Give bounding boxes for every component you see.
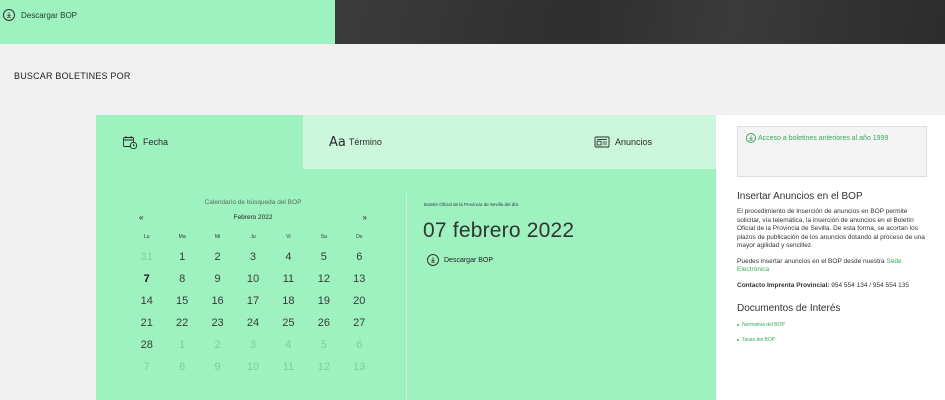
calendar-caption: Calendario de búsqueda del BOP	[204, 199, 302, 206]
calendar-day[interactable]: 16	[200, 290, 235, 312]
download-icon	[746, 133, 756, 143]
calendar-weekdays: Lu Ma Mi Ju Vi Sa Do	[129, 234, 377, 240]
contact-label: Contacto Imprenta Provincial:	[737, 281, 830, 289]
bulletin-date: 07 febrero 2022	[423, 219, 575, 242]
calendar-day[interactable]: 8	[164, 268, 199, 290]
calendar-day[interactable]: 2	[200, 334, 235, 356]
panel-divider	[406, 193, 407, 400]
calendar-day[interactable]: 1	[164, 246, 199, 268]
calendar-day[interactable]: 5	[306, 334, 341, 356]
calendar-day[interactable]: 17	[235, 290, 270, 312]
newspaper-icon	[594, 136, 610, 148]
top-banner-image	[335, 0, 945, 44]
calendar-day[interactable]: 5	[306, 246, 341, 268]
calendar-day[interactable]: 6	[342, 246, 377, 268]
calendar-weekday: Do	[356, 234, 363, 240]
tab-termino[interactable]: Aa Término	[303, 115, 510, 169]
calendar-day[interactable]: 12	[306, 356, 341, 378]
archive-link-label: Acceso a boletines anteriores al año 199…	[758, 134, 889, 142]
calendar-day[interactable]: 3	[235, 246, 270, 268]
sidebar: Acceso a boletines anteriores al año 199…	[716, 115, 945, 400]
calendar-day[interactable]: 25	[271, 312, 306, 334]
bulletin-subtitle: Boletín Oficial de la Provincia de Sevil…	[424, 202, 519, 207]
contact-info: Contacto Imprenta Provincial: 954 554 13…	[737, 282, 927, 291]
calendar-day[interactable]: 4	[271, 246, 306, 268]
calendar-day[interactable]: 6	[342, 334, 377, 356]
bullet-icon	[737, 324, 739, 326]
calendar-day[interactable]: 14	[129, 290, 164, 312]
contact-value: 954 554 134 / 954 554 135	[831, 281, 909, 289]
calendar-weekday: Sa	[320, 234, 327, 240]
calendar-weekday: Ju	[250, 234, 256, 240]
download-icon	[3, 9, 15, 21]
documents-title: Documentos de Interés	[737, 303, 841, 314]
calendar-day[interactable]: 22	[164, 312, 199, 334]
calendar-weekday: Vi	[286, 234, 291, 240]
calendar-day[interactable]: 19	[306, 290, 341, 312]
calendar-next-button[interactable]: »	[363, 213, 367, 222]
insert-ads-text: El procedimiento de Inserción de anuncio…	[737, 208, 925, 249]
doc-link-tasas[interactable]: Tasas del BOP	[737, 337, 927, 343]
calendar-clock-icon	[122, 134, 138, 150]
search-panel: Fecha Aa Término Anuncios Calendario de …	[96, 115, 716, 400]
calendar-day[interactable]: 10	[235, 356, 270, 378]
doc-link-label: Normativa del BOP	[742, 322, 785, 328]
archive-link[interactable]: Acceso a boletines anteriores al año 199…	[737, 126, 927, 177]
calendar-day[interactable]: 10	[235, 268, 270, 290]
calendar-day[interactable]: 13	[342, 356, 377, 378]
calendar-day[interactable]: 1	[164, 334, 199, 356]
calendar-weekday: Lu	[143, 234, 150, 240]
doc-link-label: Tasas del BOP	[742, 337, 776, 343]
calendar-day[interactable]: 9	[200, 268, 235, 290]
calendar-day[interactable]: 8	[164, 356, 199, 378]
insert-ads-online-prefix: Puedes insertar anuncios en el BOP desde…	[737, 257, 885, 265]
calendar-day[interactable]: 7	[129, 356, 164, 378]
section-title: BUSCAR BOLETINES POR	[14, 71, 131, 81]
insert-ads-online: Puedes insertar anuncios en el BOP desde…	[737, 258, 927, 275]
tab-anuncios[interactable]: Anuncios	[510, 115, 716, 169]
tab-termino-label: Término	[348, 137, 382, 147]
calendar-day[interactable]: 11	[271, 268, 306, 290]
calendar-day[interactable]: 13	[342, 268, 377, 290]
calendar-day[interactable]: 24	[235, 312, 270, 334]
doc-link-normativa[interactable]: Normativa del BOP	[737, 322, 927, 328]
documents-list: Normativa del BOP Tasas del BOP	[737, 322, 927, 343]
calendar-days: 31 1 2 3 4 5 6 7 8 9 10 11 12 13 14 15 16 17 18 19 20 21 22 23 2…	[129, 246, 377, 378]
calendar-day[interactable]: 9	[200, 356, 235, 378]
calendar-weekday: Mi	[214, 234, 221, 240]
calendar-day-selected[interactable]: 7	[129, 268, 164, 290]
calendar-day[interactable]: 23	[200, 312, 235, 334]
tab-fecha-label: Fecha	[143, 137, 169, 147]
header-download-label: Descargar BOP	[21, 10, 78, 20]
calendar-day[interactable]: 21	[129, 312, 164, 334]
bop-calendar: Calendario de búsqueda del BOP « Febrero…	[129, 199, 377, 378]
text-size-icon: Aa	[329, 134, 346, 150]
calendar-month-label: Febrero 2022	[233, 214, 273, 221]
header-download-button[interactable]: Descargar BOP	[3, 9, 77, 21]
tab-fecha[interactable]: Fecha	[96, 115, 303, 169]
search-tabs: Fecha Aa Término Anuncios	[96, 115, 716, 169]
calendar-day[interactable]: 2	[200, 246, 235, 268]
calendar-nav: « Febrero 2022 »	[129, 213, 377, 222]
top-banner-green	[0, 0, 335, 44]
calendar-day[interactable]: 4	[271, 334, 306, 356]
download-icon	[427, 254, 439, 266]
bulletin-download-button[interactable]: Descargar BOP	[427, 254, 493, 266]
calendar-day[interactable]: 28	[129, 334, 164, 356]
calendar-day[interactable]: 3	[235, 334, 270, 356]
tab-anuncios-label: Anuncios	[614, 137, 653, 147]
calendar-day[interactable]: 31	[129, 246, 164, 268]
calendar-day[interactable]: 18	[271, 290, 306, 312]
calendar-day[interactable]: 11	[271, 356, 306, 378]
insert-ads-title: Insertar Anuncios en el BOP	[737, 191, 863, 202]
bullet-icon	[737, 339, 739, 341]
bulletin-download-label: Descargar BOP	[444, 256, 494, 264]
calendar-day[interactable]: 12	[306, 268, 341, 290]
calendar-day[interactable]: 15	[164, 290, 199, 312]
calendar-prev-button[interactable]: «	[139, 213, 143, 222]
calendar-day[interactable]: 20	[342, 290, 377, 312]
calendar-day[interactable]: 27	[342, 312, 377, 334]
calendar-weekday: Ma	[178, 234, 186, 240]
calendar-day[interactable]: 26	[306, 312, 341, 334]
